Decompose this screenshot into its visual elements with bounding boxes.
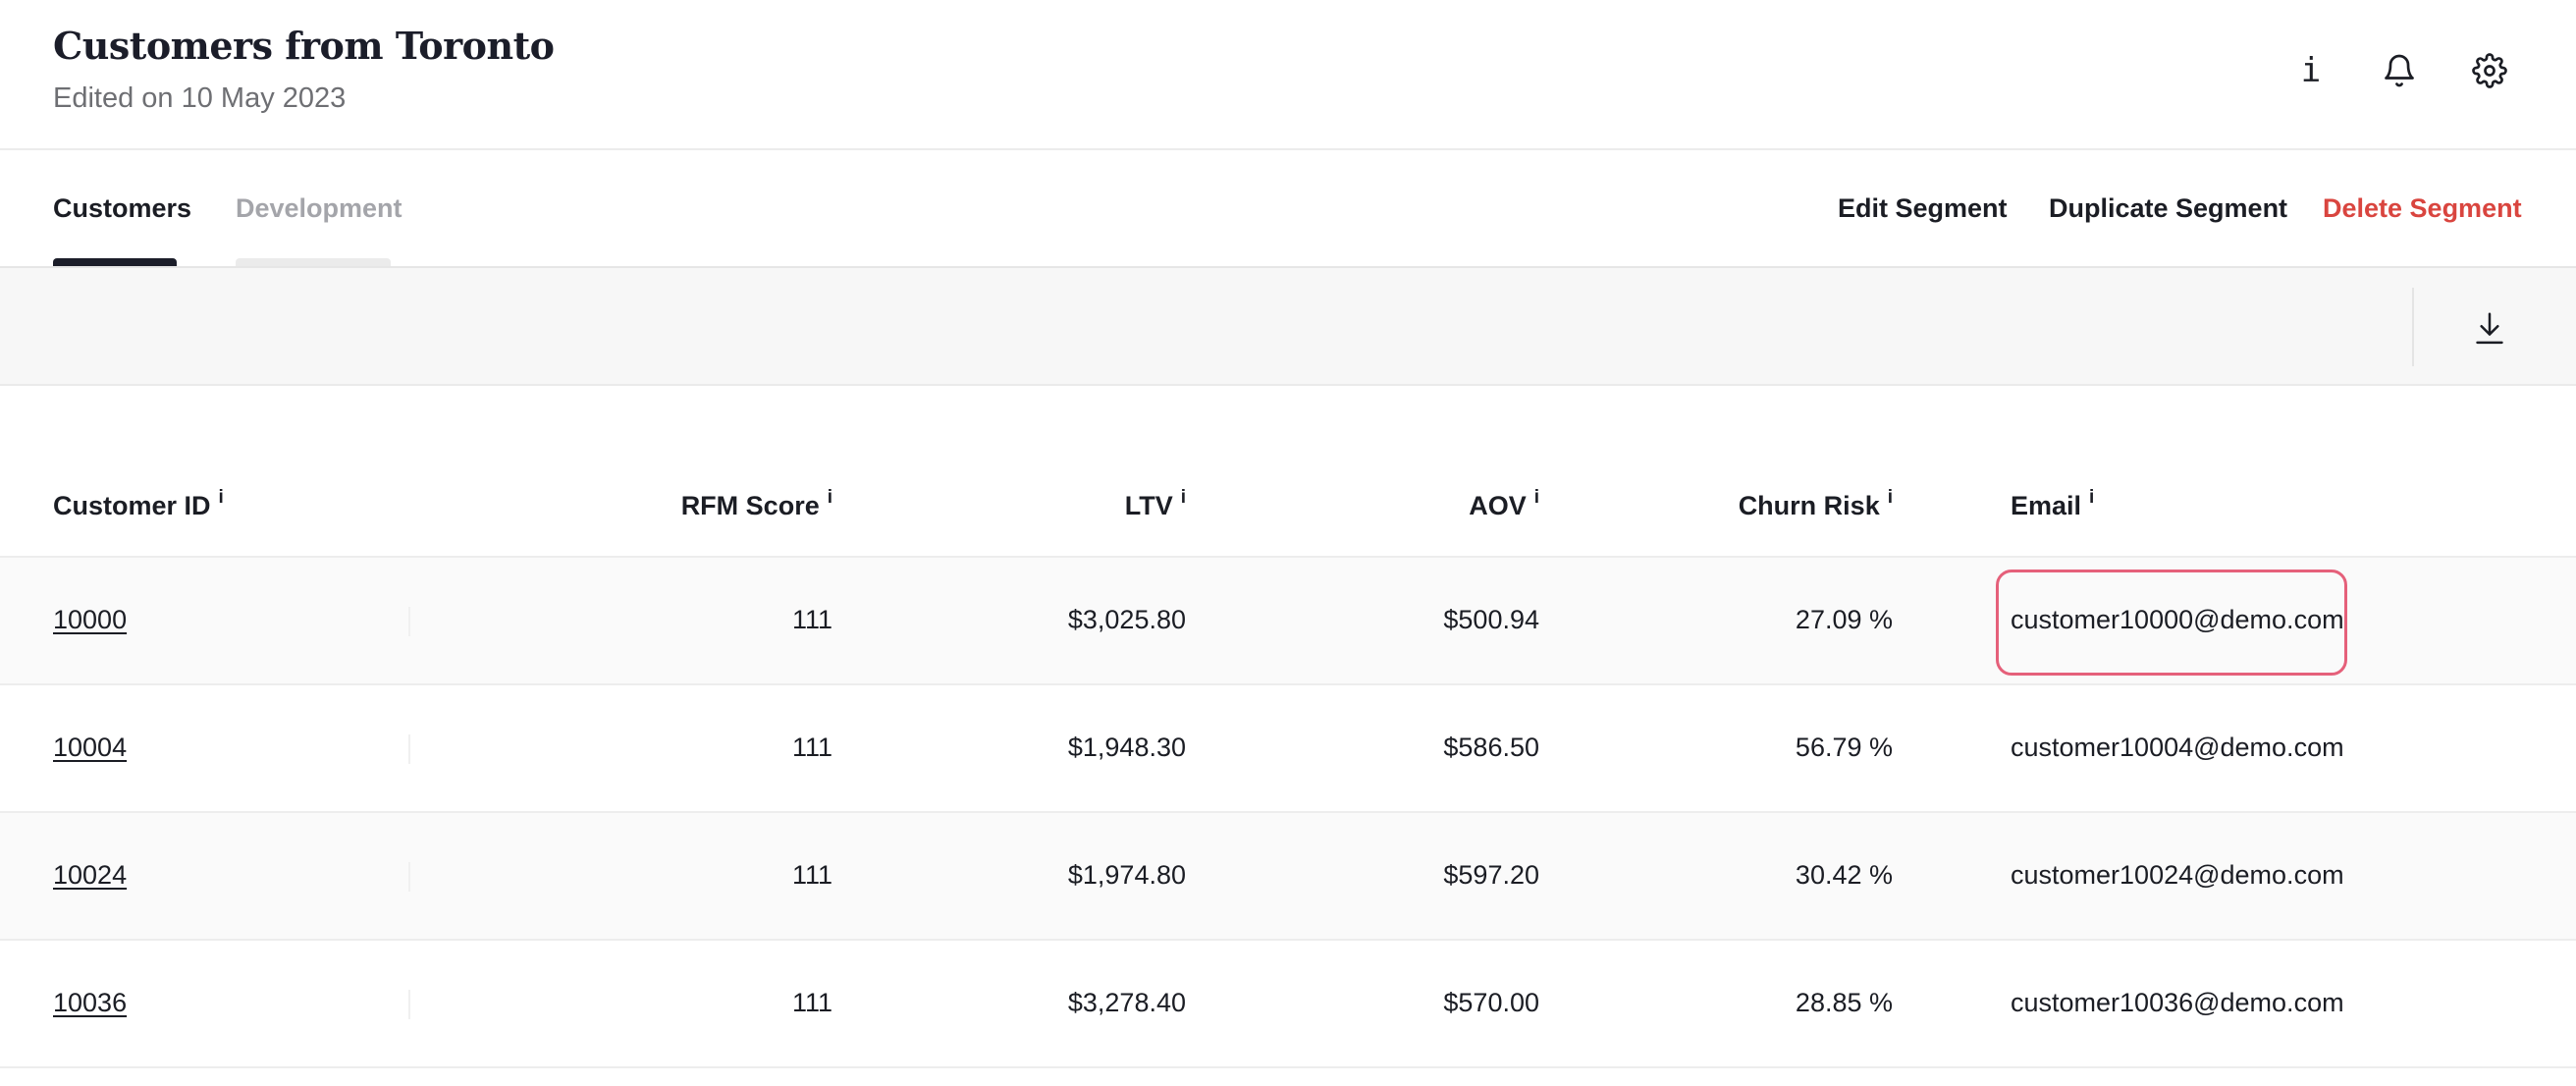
table-header: Customer ID i RFM Score i LTV i AOV i Churn …: [0, 462, 2576, 558]
column-label: RFM Score: [680, 491, 820, 520]
email-cell[interactable]: customer10004@demo.com: [2011, 733, 2344, 763]
aov-cell: $586.50: [1443, 733, 1539, 762]
ltv-cell: $3,278.40: [1067, 988, 1186, 1017]
aov-cell: $570.00: [1443, 988, 1539, 1017]
ltv-cell: $1,948.30: [1067, 733, 1186, 762]
edited-date: Edited on 10 May 2023: [53, 82, 347, 114]
column-header-email[interactable]: Email i: [2011, 487, 2094, 521]
churn-risk-cell: 56.79 %: [1795, 733, 1893, 762]
email-cell[interactable]: customer10000@demo.com: [2011, 605, 2344, 635]
duplicate-segment-button[interactable]: Duplicate Segment: [2049, 193, 2287, 224]
column-label: Email: [2011, 491, 2082, 520]
churn-risk-cell: 30.42 %: [1795, 860, 1893, 890]
email-cell[interactable]: customer10036@demo.com: [2011, 988, 2344, 1018]
tab-bar: Customers Development Edit Segment Dupli…: [0, 150, 2576, 268]
tab-development-indicator: [236, 258, 391, 266]
column-header-ltv[interactable]: LTV i: [1124, 487, 1186, 521]
page-title: Customers from Toronto: [53, 24, 555, 68]
rfm-score-cell: 111: [791, 605, 832, 634]
table-row[interactable]: 10000 111 $3,025.80 $500.94 27.09 % cust…: [0, 558, 2576, 685]
gear-icon[interactable]: [2466, 47, 2513, 94]
aov-cell: $500.94: [1443, 605, 1539, 634]
column-divider: [408, 862, 410, 892]
customer-id-link[interactable]: 10000: [53, 605, 127, 635]
bell-icon[interactable]: [2376, 47, 2423, 94]
info-glyph: i: [2300, 51, 2322, 90]
info-icon[interactable]: i: [1888, 487, 1893, 508]
column-label: Churn Risk: [1738, 491, 1880, 520]
info-icon[interactable]: i: [2089, 487, 2094, 508]
ltv-cell: $1,974.80: [1067, 860, 1186, 890]
aov-cell: $597.20: [1443, 860, 1539, 890]
customer-id-link[interactable]: 10004: [53, 733, 127, 763]
column-label: AOV: [1469, 491, 1527, 520]
download-icon[interactable]: [2466, 305, 2513, 353]
info-icon[interactable]: i: [1181, 487, 1186, 508]
table-toolbar: [0, 268, 2576, 386]
table-row[interactable]: 10036 111 $3,278.40 $570.00 28.85 % cust…: [0, 941, 2576, 1068]
page-header: Customers from Toronto Edited on 10 May …: [0, 0, 2576, 150]
rfm-score-cell: 111: [791, 988, 832, 1017]
column-divider: [408, 734, 410, 764]
info-icon[interactable]: i: [2287, 47, 2334, 94]
column-header-customer-id[interactable]: Customer ID i: [53, 487, 224, 521]
edit-segment-button[interactable]: Edit Segment: [1838, 193, 2008, 224]
churn-risk-cell: 28.85 %: [1795, 988, 1893, 1017]
info-icon[interactable]: i: [1534, 487, 1539, 508]
email-cell[interactable]: customer10024@demo.com: [2011, 860, 2344, 891]
column-divider: [408, 607, 410, 636]
table-row[interactable]: 10004 111 $1,948.30 $586.50 56.79 % cust…: [0, 685, 2576, 813]
customer-id-link[interactable]: 10024: [53, 860, 127, 891]
column-header-rfm-score[interactable]: RFM Score i: [680, 487, 832, 521]
tab-development[interactable]: Development: [236, 193, 402, 224]
column-header-churn-risk[interactable]: Churn Risk i: [1738, 487, 1893, 521]
column-divider: [408, 990, 410, 1019]
info-icon[interactable]: i: [219, 487, 224, 508]
tab-customers[interactable]: Customers: [53, 193, 191, 224]
column-header-aov[interactable]: AOV i: [1469, 487, 1539, 521]
delete-segment-button[interactable]: Delete Segment: [2323, 193, 2522, 224]
ltv-cell: $3,025.80: [1067, 605, 1186, 634]
table-row[interactable]: 10024 111 $1,974.80 $597.20 30.42 % cust…: [0, 813, 2576, 941]
column-label: Customer ID: [53, 491, 211, 520]
toolbar-divider: [2412, 288, 2414, 366]
rfm-score-cell: 111: [791, 860, 832, 890]
info-icon[interactable]: i: [828, 487, 832, 508]
churn-risk-cell: 27.09 %: [1795, 605, 1893, 634]
customer-id-link[interactable]: 10036: [53, 988, 127, 1018]
tab-customers-indicator: [53, 258, 177, 266]
column-label: LTV: [1124, 491, 1173, 520]
rfm-score-cell: 111: [791, 733, 832, 762]
